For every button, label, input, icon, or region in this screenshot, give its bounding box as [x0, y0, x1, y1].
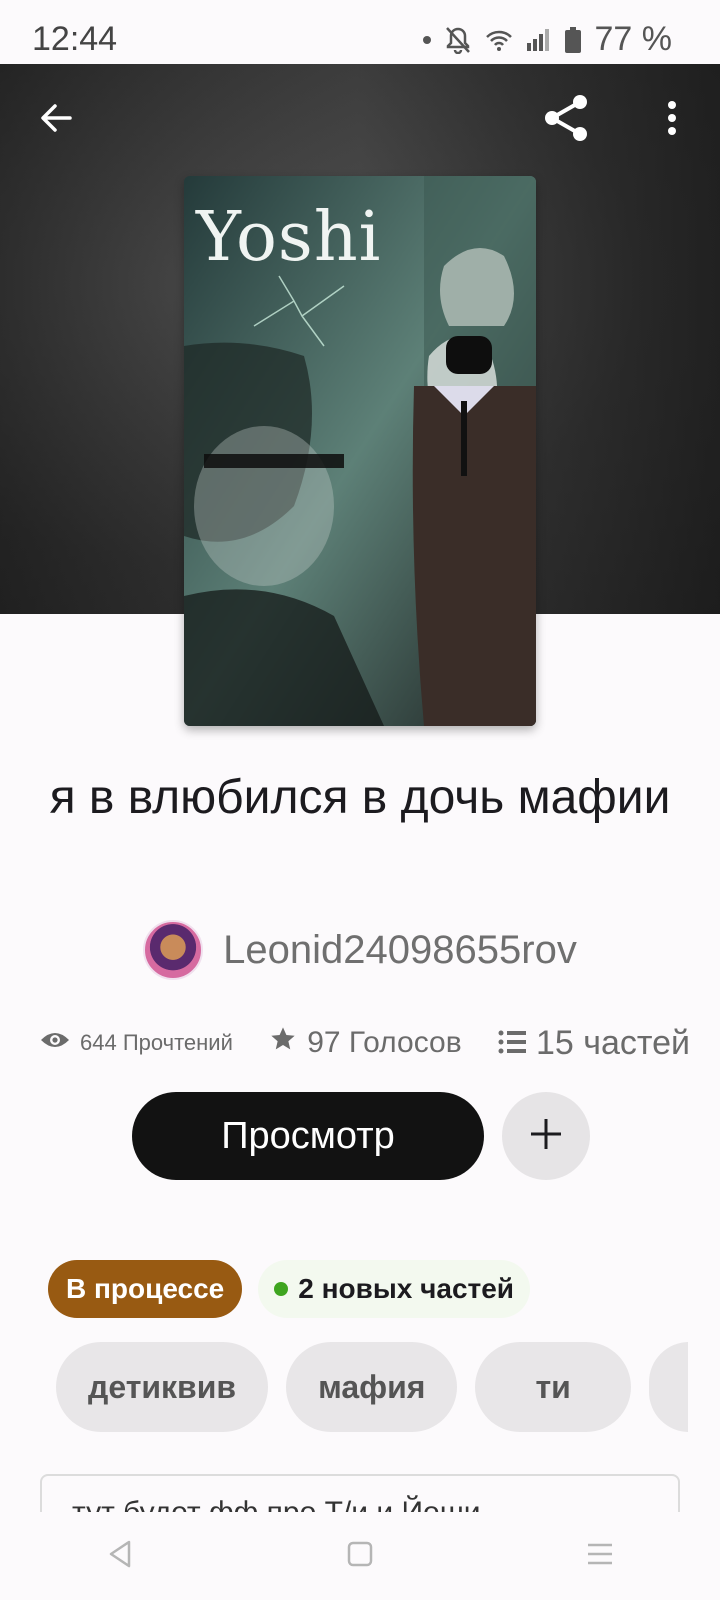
book-title: я в влюбился в дочь мафии [49, 771, 671, 824]
cover-title: Yoshi [196, 198, 382, 277]
green-dot-icon [274, 1282, 289, 1296]
triangle-back-icon [107, 1539, 133, 1574]
parts-count: 15 частей [536, 1023, 690, 1062]
wifi-icon [485, 29, 513, 51]
status-badge: В процессе [48, 1260, 243, 1318]
reads-stat: 644 Прочтений [40, 1029, 233, 1057]
avatar [143, 920, 204, 980]
arrow-left-icon [36, 98, 76, 143]
new-parts-label: 2 новых частей [298, 1273, 515, 1304]
back-button[interactable] [24, 88, 88, 152]
tag-chip[interactable]: детиквив [56, 1342, 269, 1432]
signal-icon [526, 28, 551, 51]
plus-icon [528, 1116, 564, 1157]
nav-home-button[interactable] [320, 1526, 400, 1586]
more-vertical-icon [666, 100, 678, 141]
badges-row: В процессе 2 новых частей [48, 1260, 531, 1318]
votes-count: 97 Голосов [307, 1026, 462, 1059]
nav-recents-button[interactable] [560, 1526, 640, 1586]
tag-chip[interactable]: мафия [286, 1342, 458, 1432]
new-parts-badge: 2 новых частей [258, 1260, 531, 1318]
notification-dot-icon [422, 35, 431, 44]
share-icon [540, 92, 592, 149]
eye-icon [40, 1029, 70, 1057]
tag-chip[interactable]: ти [475, 1342, 631, 1432]
battery-percent: 77 % [594, 20, 673, 58]
story-stats: 644 Прочтений 97 Голосов 15 частей [40, 1018, 690, 1068]
author-name: Leonid24098655rov [223, 927, 577, 972]
more-options-button[interactable] [640, 88, 704, 152]
star-icon [269, 1025, 297, 1061]
recents-lines-icon [586, 1542, 614, 1571]
battery-icon [564, 26, 581, 53]
share-button[interactable] [534, 88, 598, 152]
read-button[interactable]: Просмотр [132, 1092, 484, 1180]
status-bar: 12:44 77 % [0, 0, 720, 64]
actions-row: Просмотр [132, 1092, 590, 1180]
status-time: 12:44 [32, 20, 118, 58]
mute-bell-icon [445, 26, 471, 54]
square-home-icon [347, 1541, 373, 1572]
book-cover[interactable]: Yoshi [184, 176, 536, 726]
votes-stat: 97 Голосов [269, 1025, 462, 1061]
nav-back-button[interactable] [80, 1526, 160, 1586]
reads-count: 644 Прочтений [80, 1030, 233, 1055]
tag-chip[interactable] [648, 1342, 688, 1432]
system-nav-bar [0, 1512, 720, 1600]
add-to-library-button[interactable] [502, 1092, 590, 1180]
status-icons: 77 % [422, 20, 673, 59]
parts-stat[interactable]: 15 частей [498, 1024, 690, 1063]
author-link[interactable]: Leonid24098655rov [0, 920, 720, 980]
list-icon [498, 1024, 527, 1063]
tags-scroller[interactable]: детиквив мафия ти [56, 1342, 688, 1434]
